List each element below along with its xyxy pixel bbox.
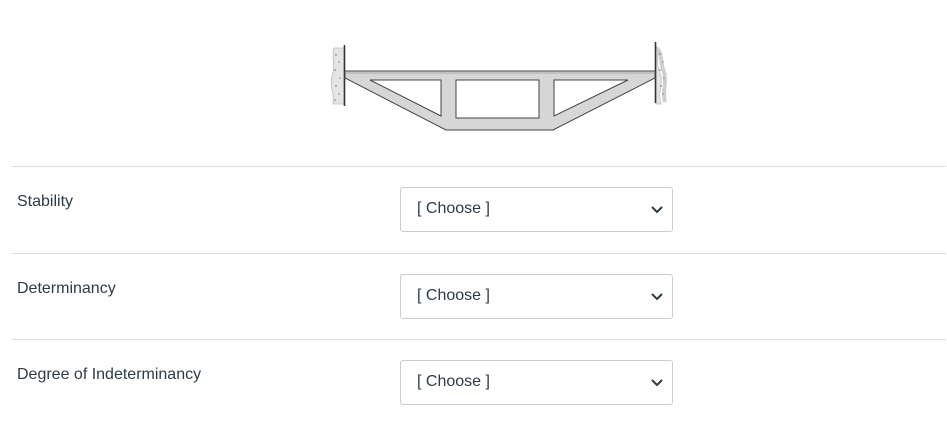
truss-figure — [0, 0, 947, 166]
chevron-down-icon — [651, 293, 663, 300]
question-label: Degree of Indeterminancy — [17, 366, 202, 383]
select-value: [ Choose ] — [417, 287, 490, 304]
question-label: Stability — [17, 193, 74, 210]
question-row-stability: Stability [ Choose ] — [0, 167, 947, 253]
right-wall-support — [654, 42, 667, 105]
select-value: [ Choose ] — [417, 200, 490, 217]
question-label: Determinancy — [17, 280, 116, 297]
question-row-degree-of-indeterminancy: Degree of Indeterminancy [ Choose ] — [0, 340, 947, 426]
select-value: [ Choose ] — [417, 373, 490, 390]
question-row-determinancy: Determinancy [ Choose ] — [0, 254, 947, 340]
stability-select[interactable]: [ Choose ] — [400, 187, 673, 232]
degree-of-indeterminancy-select[interactable]: [ Choose ] — [400, 360, 673, 405]
left-wall-support — [330, 45, 346, 106]
chevron-down-icon — [651, 206, 663, 213]
determinancy-select[interactable]: [ Choose ] — [400, 274, 673, 319]
chevron-down-icon — [651, 379, 663, 386]
truss-diagram-icon — [330, 42, 667, 131]
